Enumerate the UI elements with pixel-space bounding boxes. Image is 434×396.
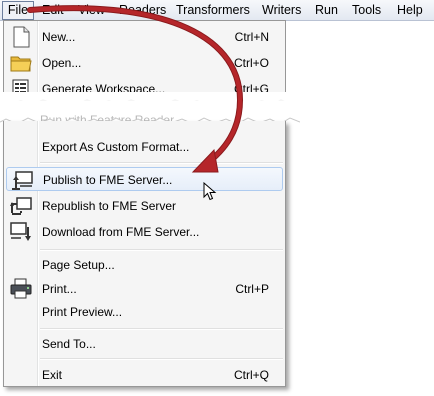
menu-item-republish-to-fme-server[interactable]: Republish to FME Server: [6, 194, 283, 218]
menu-item-label: Export As Custom Format...: [42, 140, 190, 154]
menu-item-exit[interactable]: Exit Ctrl+Q: [6, 363, 283, 387]
menu-item-label: Open...: [42, 56, 82, 70]
menu-item-new[interactable]: New... Ctrl+N: [6, 25, 283, 49]
shortcut-label: Ctrl+O: [233, 56, 269, 70]
menu-item-print[interactable]: Print... Ctrl+P: [6, 277, 283, 301]
menu-tools[interactable]: Tools: [352, 0, 381, 20]
menu-item-label: Page Setup...: [42, 258, 115, 272]
menu-readers[interactable]: Readers: [119, 0, 166, 20]
menu-transformers[interactable]: Transformers: [176, 0, 250, 20]
menu-item-export-custom-format[interactable]: Export As Custom Format...: [6, 135, 283, 159]
menu-item-page-setup[interactable]: Page Setup...: [6, 253, 283, 277]
menu-item-publish-to-fme-server[interactable]: Publish to FME Server...: [6, 167, 283, 191]
menu-item-label: Print...: [42, 282, 77, 296]
menu-item-open[interactable]: Open... Ctrl+O: [6, 51, 283, 75]
menu-item-send-to[interactable]: Send To...: [6, 332, 283, 356]
menu-writers[interactable]: Writers: [262, 0, 301, 20]
shortcut-label: Ctrl+N: [234, 30, 269, 44]
mouse-cursor-icon: [203, 182, 217, 201]
file-menu-bottom: Export As Custom Format... Publish to FM…: [3, 121, 286, 387]
menu-item-print-preview[interactable]: Print Preview...: [6, 300, 283, 324]
menu-item-label: Exit: [42, 368, 63, 382]
menu-edit[interactable]: Edit: [42, 0, 64, 20]
menu-separator: [40, 162, 283, 164]
shortcut-label: Ctrl+P: [235, 282, 269, 296]
menu-help[interactable]: Help: [397, 0, 423, 20]
menu-view[interactable]: View: [78, 0, 105, 20]
menu-item-label: Publish to FME Server...: [43, 173, 173, 187]
menu-item-label: Republish to FME Server: [42, 199, 177, 213]
menu-item-label: New...: [42, 30, 76, 44]
new-document-icon: [9, 26, 33, 48]
menu-item-label: Print Preview...: [42, 305, 123, 319]
menu-run[interactable]: Run: [315, 0, 338, 20]
file-menu-top: New... Ctrl+N Open... Ctrl+O Generate Wo…: [3, 20, 286, 101]
download-server-icon: [9, 221, 33, 243]
torn-edge-top: [0, 92, 300, 105]
menu-item-label: Download from FME Server...: [42, 225, 200, 239]
menu-separator: [40, 358, 283, 360]
printer-icon: [9, 278, 33, 300]
menu-file[interactable]: File: [2, 1, 34, 20]
menu-separator: [40, 328, 283, 330]
menu-separator: [40, 249, 283, 251]
republish-server-icon: [9, 195, 33, 217]
shortcut-label: Ctrl+Q: [233, 368, 269, 382]
menu-bar: File Edit View Readers Transformers Writ…: [0, 0, 434, 21]
menu-item-label: Send To...: [42, 337, 96, 351]
menu-item-download-from-fme-server[interactable]: Download from FME Server...: [6, 220, 283, 244]
folder-icon: [9, 52, 33, 74]
publish-server-icon: [10, 169, 34, 191]
